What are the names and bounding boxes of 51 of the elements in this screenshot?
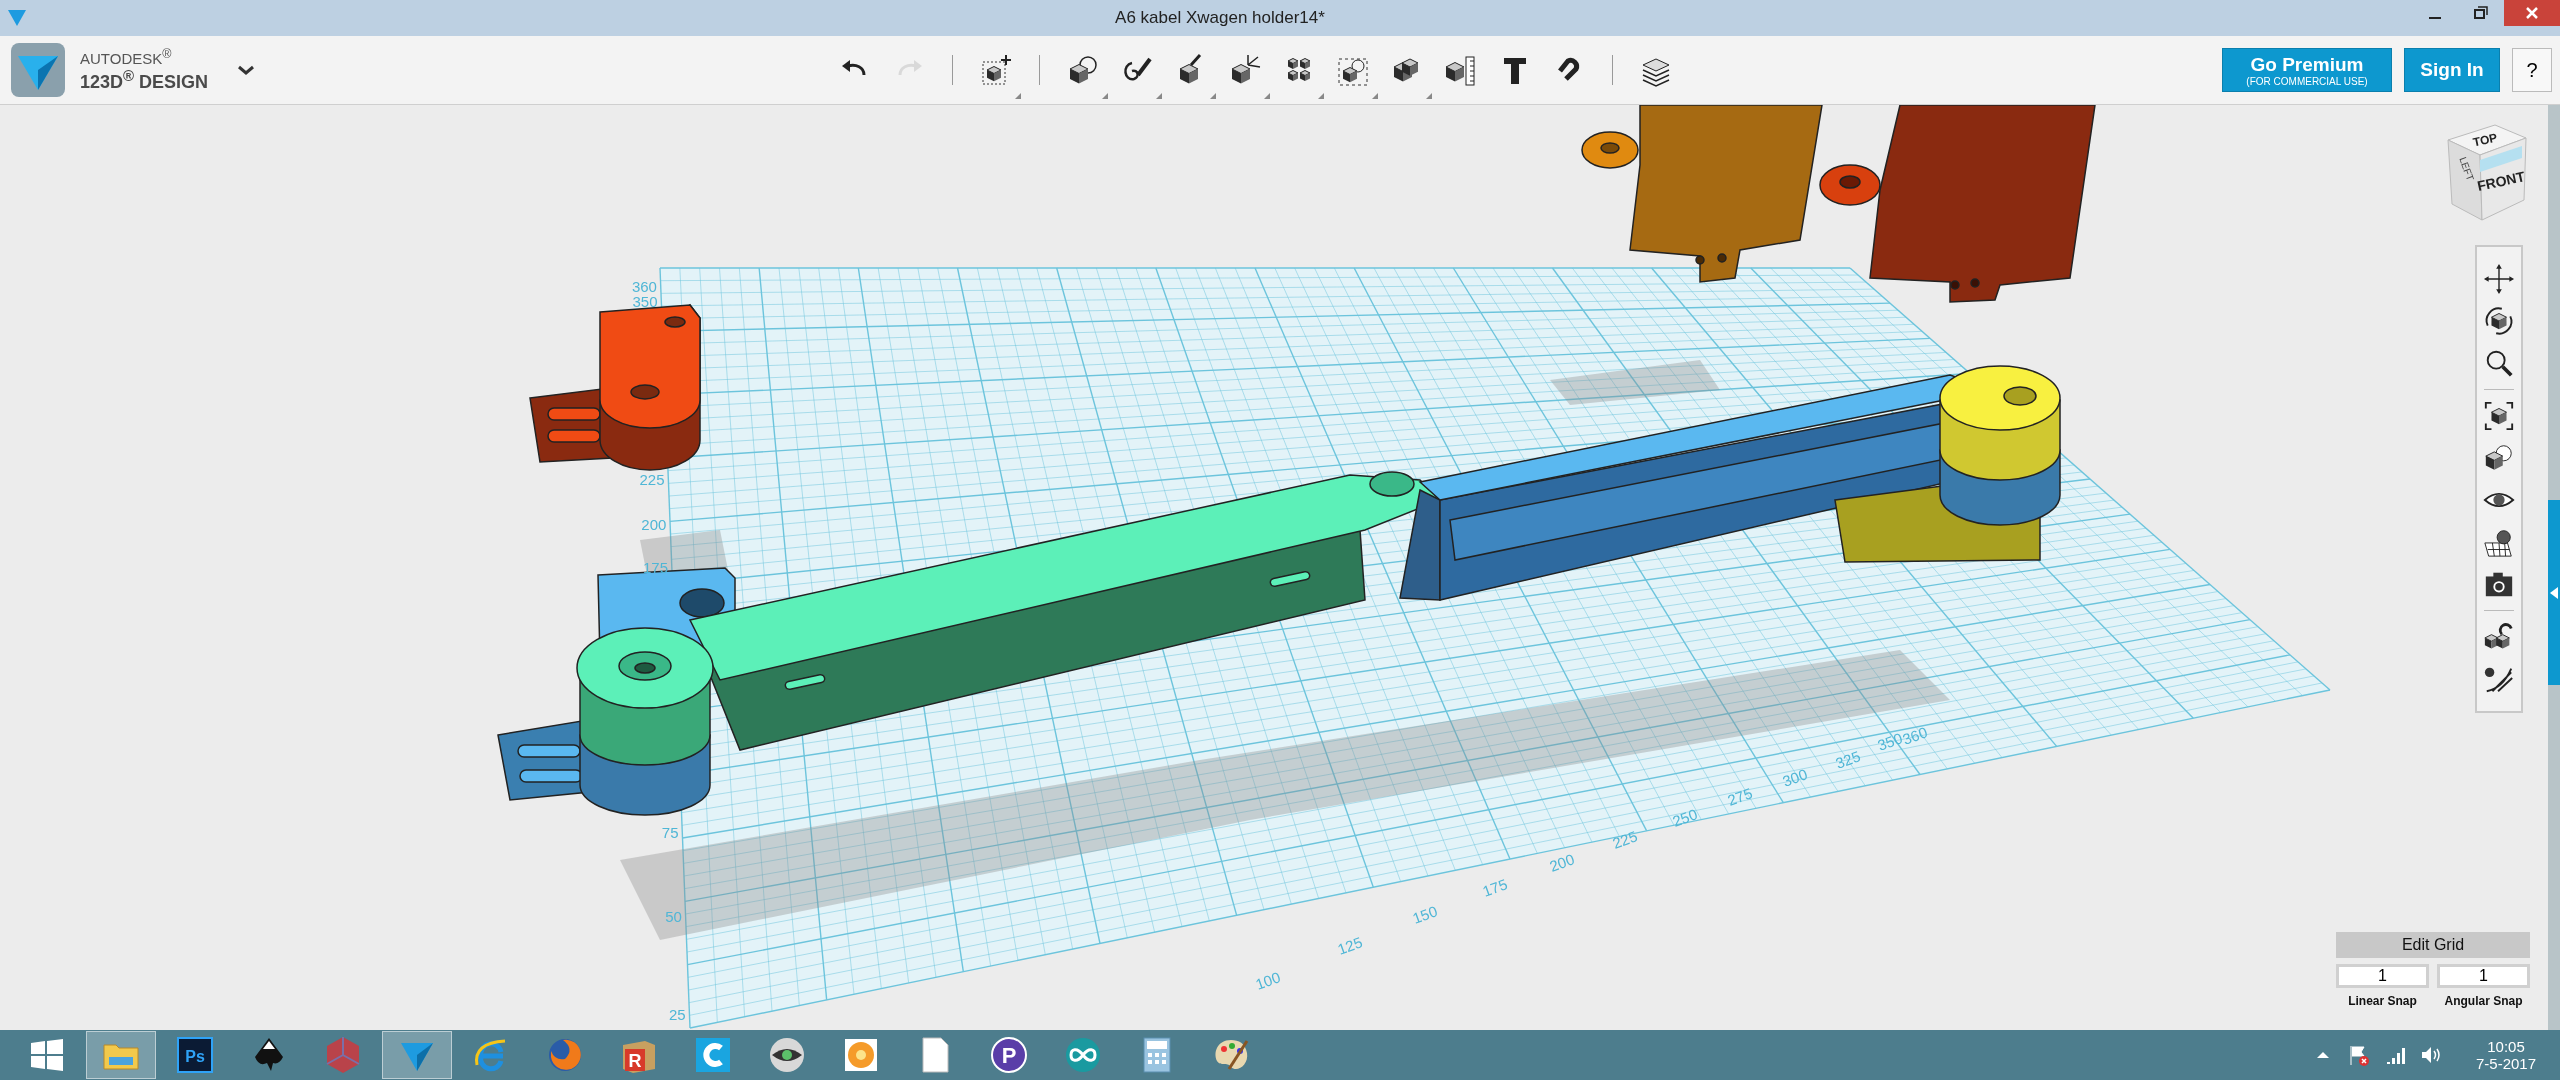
clock-date: 7-5-2017 xyxy=(2475,1055,2536,1072)
taskbar-app[interactable]: Ps xyxy=(160,1031,230,1079)
axis-label: 275 xyxy=(1725,784,1755,809)
angular-snap-field[interactable]: 1 xyxy=(2437,964,2530,988)
help-button[interactable]: ? xyxy=(2512,48,2552,92)
eye-app-icon xyxy=(767,1035,807,1075)
axis-label: 200 xyxy=(1547,850,1577,875)
chevron-down-icon[interactable] xyxy=(236,63,257,77)
photoshop-icon: Ps xyxy=(175,1035,215,1075)
product-name: 123D$^{®}$ DESIGN xyxy=(80,67,209,93)
view-cube[interactable]: TOP FRONT LEFT xyxy=(2440,120,2530,230)
brand-name: AUTODESK$^{®}$ xyxy=(80,47,173,67)
linear-snap-field[interactable]: 1 xyxy=(2336,964,2429,988)
flag-error-icon[interactable] xyxy=(2347,1044,2370,1066)
pan-icon[interactable] xyxy=(2483,263,2515,295)
axis-label: 360 xyxy=(1900,723,1930,748)
taskbar-app[interactable]: P xyxy=(974,1031,1044,1079)
minimize-icon xyxy=(2429,17,2441,19)
axis-label: 175 xyxy=(1480,875,1510,900)
axis-label: 325 xyxy=(1833,747,1863,772)
orbit-icon[interactable] xyxy=(2483,305,2515,337)
close-icon xyxy=(2525,6,2539,20)
axis-label: 225 xyxy=(639,471,665,488)
axis-label: 75 xyxy=(661,824,679,841)
field-label: Linear Snap xyxy=(2347,994,2418,1008)
close-button[interactable] xyxy=(2504,0,2560,26)
caret-left-icon xyxy=(2550,586,2558,599)
field-label: Angular Snap xyxy=(2443,994,2524,1008)
axis-label: 125 xyxy=(1335,933,1365,958)
p-app-icon: P xyxy=(989,1035,1029,1075)
axis-label: 25 xyxy=(669,1006,686,1023)
panel-toggle-tab[interactable] xyxy=(2548,500,2560,685)
axis-label: 360 xyxy=(631,278,657,295)
axis-label: 350 xyxy=(632,293,658,310)
axis-label: 100 xyxy=(1253,968,1283,993)
restore-icon xyxy=(2474,6,2488,20)
axis-label: 250 xyxy=(1670,805,1700,830)
taskbar-app[interactable]: R xyxy=(604,1031,674,1079)
cube-ruler-icon[interactable] xyxy=(1443,53,1478,87)
axis-label: 200 xyxy=(641,516,667,533)
c-app-icon xyxy=(693,1035,733,1075)
axis-label: 150 xyxy=(1410,902,1440,927)
axis-label: 225 xyxy=(1610,827,1640,852)
app-logo-icon xyxy=(10,42,66,98)
fit-view-icon[interactable] xyxy=(2483,400,2515,432)
axis-label: 50 xyxy=(665,908,682,925)
infinity-icon xyxy=(1063,1035,1103,1075)
axis-label: 300 xyxy=(1780,765,1810,790)
edit-grid-button[interactable]: Edit Grid xyxy=(2336,932,2530,958)
window-title: A6 kabel Xwagen holder14* xyxy=(1114,8,1326,28)
clock-time: 10:05 xyxy=(2487,1038,2525,1055)
